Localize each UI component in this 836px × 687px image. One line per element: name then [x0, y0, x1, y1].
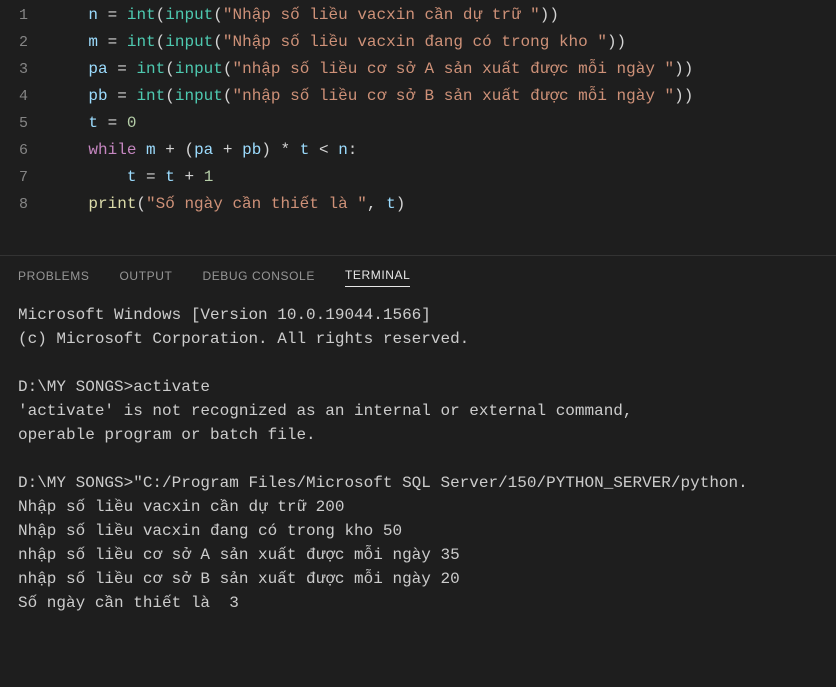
- code-line[interactable]: 4 pb = int(input("nhập số liều cơ sở B s…: [0, 83, 836, 110]
- code-line[interactable]: [0, 218, 836, 245]
- terminal-line: Số ngày cần thiết là 3: [18, 591, 818, 615]
- code-content[interactable]: pa = int(input("nhập số liều cơ sở A sản…: [50, 56, 836, 83]
- line-number: 8: [0, 191, 50, 218]
- editor-area[interactable]: 1 n = int(input("Nhập số liều vacxin cần…: [0, 0, 836, 255]
- line-number: 3: [0, 56, 50, 83]
- code-content[interactable]: n = int(input("Nhập số liều vacxin cần d…: [50, 2, 836, 29]
- line-number: 6: [0, 137, 50, 164]
- code-content[interactable]: t = 0: [50, 110, 836, 137]
- terminal-line: (c) Microsoft Corporation. All rights re…: [18, 327, 818, 351]
- terminal-line: operable program or batch file.: [18, 423, 818, 447]
- line-number: 4: [0, 83, 50, 110]
- tab-output[interactable]: OUTPUT: [120, 269, 173, 287]
- terminal-line: D:\MY SONGS>"C:/Program Files/Microsoft …: [18, 471, 818, 495]
- terminal-blank: [18, 351, 818, 375]
- tab-problems[interactable]: PROBLEMS: [18, 269, 90, 287]
- code-content[interactable]: pb = int(input("nhập số liều cơ sở B sản…: [50, 83, 836, 110]
- code-line[interactable]: 8 print("Số ngày cần thiết là ", t): [0, 191, 836, 218]
- code-line[interactable]: 5 t = 0: [0, 110, 836, 137]
- code-line[interactable]: 6 while m + (pa + pb) * t < n:: [0, 137, 836, 164]
- terminal-line: 'activate' is not recognized as an inter…: [18, 399, 818, 423]
- tab-debug-console[interactable]: DEBUG CONSOLE: [202, 269, 315, 287]
- line-number: 5: [0, 110, 50, 137]
- terminal-line: Nhập số liều vacxin cần dự trữ 200: [18, 495, 818, 519]
- line-number: 1: [0, 2, 50, 29]
- code-content[interactable]: t = t + 1: [50, 164, 836, 191]
- line-number: 2: [0, 29, 50, 56]
- terminal-line: Nhập số liều vacxin đang có trong kho 50: [18, 519, 818, 543]
- code-line[interactable]: 7 t = t + 1: [0, 164, 836, 191]
- panel-tabs: PROBLEMS OUTPUT DEBUG CONSOLE TERMINAL: [0, 255, 836, 297]
- line-number: 7: [0, 164, 50, 191]
- code-content[interactable]: while m + (pa + pb) * t < n:: [50, 137, 836, 164]
- terminal-blank: [18, 447, 818, 471]
- code-line[interactable]: 2 m = int(input("Nhập số liều vacxin đan…: [0, 29, 836, 56]
- code-line[interactable]: 3 pa = int(input("nhập số liều cơ sở A s…: [0, 56, 836, 83]
- terminal-line: nhập số liều cơ sở A sản xuất được mỗi n…: [18, 543, 818, 567]
- code-content[interactable]: m = int(input("Nhập số liều vacxin đang …: [50, 29, 836, 56]
- terminal-line: Microsoft Windows [Version 10.0.19044.15…: [18, 303, 818, 327]
- code-line[interactable]: 1 n = int(input("Nhập số liều vacxin cần…: [0, 2, 836, 29]
- terminal-line: D:\MY SONGS>activate: [18, 375, 818, 399]
- terminal-line: nhập số liều cơ sở B sản xuất được mỗi n…: [18, 567, 818, 591]
- code-content[interactable]: print("Số ngày cần thiết là ", t): [50, 191, 836, 218]
- tab-terminal[interactable]: TERMINAL: [345, 268, 410, 287]
- terminal-area[interactable]: Microsoft Windows [Version 10.0.19044.15…: [0, 297, 836, 687]
